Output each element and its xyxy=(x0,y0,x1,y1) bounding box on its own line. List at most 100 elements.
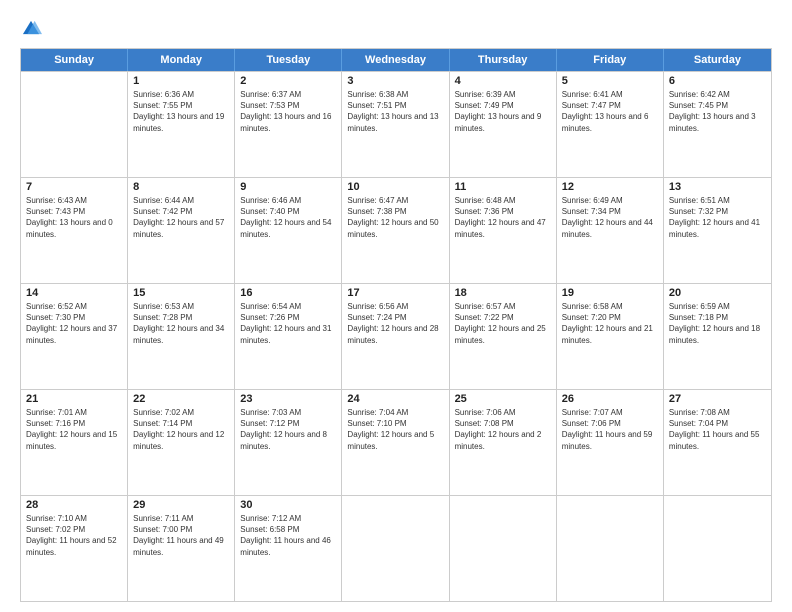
day-number: 22 xyxy=(133,393,229,405)
day-number: 18 xyxy=(455,287,551,299)
calendar-cell: 20 Sunrise: 6:59 AMSunset: 7:18 PMDayligh… xyxy=(664,284,771,389)
day-number: 8 xyxy=(133,181,229,193)
logo-icon xyxy=(20,18,42,40)
day-info: Sunrise: 7:02 AMSunset: 7:14 PMDaylight:… xyxy=(133,407,229,452)
day-number: 17 xyxy=(347,287,443,299)
day-info: Sunrise: 6:56 AMSunset: 7:24 PMDaylight:… xyxy=(347,301,443,346)
day-info: Sunrise: 6:54 AMSunset: 7:26 PMDaylight:… xyxy=(240,301,336,346)
day-info: Sunrise: 7:01 AMSunset: 7:16 PMDaylight:… xyxy=(26,407,122,452)
calendar-cell: 27Sunrise: 7:08 AMSunset: 7:04 PMDayligh… xyxy=(664,390,771,495)
day-number: 12 xyxy=(562,181,658,193)
calendar-body: 1 Sunrise: 6:36 AMSunset: 7:55 PMDaylight… xyxy=(21,71,771,601)
day-info: Sunrise: 6:38 AMSunset: 7:51 PMDaylight:… xyxy=(347,89,443,134)
day-info: Sunrise: 7:12 AMSunset: 6:58 PMDaylight:… xyxy=(240,513,336,558)
calendar-cell: 24 Sunrise: 7:04 AMSunset: 7:10 PMDayligh… xyxy=(342,390,449,495)
calendar-cell: 4Sunrise: 6:39 AMSunset: 7:49 PMDaylight… xyxy=(450,72,557,177)
day-info: Sunrise: 6:52 AMSunset: 7:30 PMDaylight:… xyxy=(26,301,122,346)
day-number: 3 xyxy=(347,75,443,87)
day-info: Sunrise: 6:57 AMSunset: 7:22 PMDaylight:… xyxy=(455,301,551,346)
calendar-row: 28 Sunrise: 7:10 AMSunset: 7:02 PMDayligh… xyxy=(21,495,771,601)
weekday-header: Thursday xyxy=(450,49,557,71)
day-info: Sunrise: 6:58 AMSunset: 7:20 PMDaylight:… xyxy=(562,301,658,346)
day-number: 6 xyxy=(669,75,766,87)
day-number: 20 xyxy=(669,287,766,299)
day-number: 16 xyxy=(240,287,336,299)
day-number: 21 xyxy=(26,393,122,405)
weekday-header: Friday xyxy=(557,49,664,71)
day-info: Sunrise: 6:53 AMSunset: 7:28 PMDaylight:… xyxy=(133,301,229,346)
calendar-row: 7 Sunrise: 6:43 AMSunset: 7:43 PMDaylight… xyxy=(21,177,771,283)
day-info: Sunrise: 6:43 AMSunset: 7:43 PMDaylight:… xyxy=(26,195,122,240)
day-number: 24 xyxy=(347,393,443,405)
day-info: Sunrise: 6:49 AMSunset: 7:34 PMDaylight:… xyxy=(562,195,658,240)
calendar-row: 21 Sunrise: 7:01 AMSunset: 7:16 PMDayligh… xyxy=(21,389,771,495)
calendar-header: SundayMondayTuesdayWednesdayThursdayFrid… xyxy=(21,49,771,71)
weekday-header: Monday xyxy=(128,49,235,71)
weekday-header: Sunday xyxy=(21,49,128,71)
day-info: Sunrise: 7:06 AMSunset: 7:08 PMDaylight:… xyxy=(455,407,551,452)
day-number: 26 xyxy=(562,393,658,405)
calendar-cell xyxy=(664,496,771,601)
day-info: Sunrise: 7:11 AMSunset: 7:00 PMDaylight:… xyxy=(133,513,229,558)
calendar-row: 1 Sunrise: 6:36 AMSunset: 7:55 PMDaylight… xyxy=(21,71,771,177)
calendar-cell: 25 Sunrise: 7:06 AMSunset: 7:08 PMDayligh… xyxy=(450,390,557,495)
day-number: 23 xyxy=(240,393,336,405)
calendar-cell: 28 Sunrise: 7:10 AMSunset: 7:02 PMDayligh… xyxy=(21,496,128,601)
calendar-cell: 29 Sunrise: 7:11 AMSunset: 7:00 PMDayligh… xyxy=(128,496,235,601)
calendar-cell: 22 Sunrise: 7:02 AMSunset: 7:14 PMDayligh… xyxy=(128,390,235,495)
calendar-cell: 8Sunrise: 6:44 AMSunset: 7:42 PMDaylight… xyxy=(128,178,235,283)
calendar-cell xyxy=(557,496,664,601)
calendar-cell: 13 Sunrise: 6:51 AMSunset: 7:32 PMDayligh… xyxy=(664,178,771,283)
day-number: 28 xyxy=(26,499,122,511)
calendar-cell: 1 Sunrise: 6:36 AMSunset: 7:55 PMDaylight… xyxy=(128,72,235,177)
day-number: 7 xyxy=(26,181,122,193)
calendar-cell: 23 Sunrise: 7:03 AMSunset: 7:12 PMDayligh… xyxy=(235,390,342,495)
day-info: Sunrise: 6:46 AMSunset: 7:40 PMDaylight:… xyxy=(240,195,336,240)
page: SundayMondayTuesdayWednesdayThursdayFrid… xyxy=(0,0,792,612)
day-info: Sunrise: 6:37 AMSunset: 7:53 PMDaylight:… xyxy=(240,89,336,134)
day-number: 25 xyxy=(455,393,551,405)
day-number: 1 xyxy=(133,75,229,87)
calendar-cell: 9 Sunrise: 6:46 AMSunset: 7:40 PMDaylight… xyxy=(235,178,342,283)
day-number: 2 xyxy=(240,75,336,87)
day-number: 11 xyxy=(455,181,551,193)
calendar-cell xyxy=(342,496,449,601)
day-info: Sunrise: 6:48 AMSunset: 7:36 PMDaylight:… xyxy=(455,195,551,240)
day-info: Sunrise: 7:10 AMSunset: 7:02 PMDaylight:… xyxy=(26,513,122,558)
day-info: Sunrise: 6:36 AMSunset: 7:55 PMDaylight:… xyxy=(133,89,229,134)
day-number: 27 xyxy=(669,393,766,405)
day-number: 29 xyxy=(133,499,229,511)
day-number: 9 xyxy=(240,181,336,193)
weekday-header: Wednesday xyxy=(342,49,449,71)
logo xyxy=(20,18,46,40)
calendar-cell: 21 Sunrise: 7:01 AMSunset: 7:16 PMDayligh… xyxy=(21,390,128,495)
day-number: 15 xyxy=(133,287,229,299)
day-number: 4 xyxy=(455,75,551,87)
calendar-cell xyxy=(21,72,128,177)
calendar-cell: 15 Sunrise: 6:53 AMSunset: 7:28 PMDayligh… xyxy=(128,284,235,389)
calendar-cell: 14 Sunrise: 6:52 AMSunset: 7:30 PMDayligh… xyxy=(21,284,128,389)
calendar-cell: 3 Sunrise: 6:38 AMSunset: 7:51 PMDaylight… xyxy=(342,72,449,177)
calendar: SundayMondayTuesdayWednesdayThursdayFrid… xyxy=(20,48,772,602)
day-info: Sunrise: 6:42 AMSunset: 7:45 PMDaylight:… xyxy=(669,89,766,134)
day-info: Sunrise: 6:47 AMSunset: 7:38 PMDaylight:… xyxy=(347,195,443,240)
calendar-cell xyxy=(450,496,557,601)
calendar-cell: 11 Sunrise: 6:48 AMSunset: 7:36 PMDayligh… xyxy=(450,178,557,283)
day-info: Sunrise: 6:51 AMSunset: 7:32 PMDaylight:… xyxy=(669,195,766,240)
day-number: 14 xyxy=(26,287,122,299)
calendar-cell: 10 Sunrise: 6:47 AMSunset: 7:38 PMDayligh… xyxy=(342,178,449,283)
calendar-cell: 5Sunrise: 6:41 AMSunset: 7:47 PMDaylight… xyxy=(557,72,664,177)
day-info: Sunrise: 6:59 AMSunset: 7:18 PMDaylight:… xyxy=(669,301,766,346)
calendar-cell: 26Sunrise: 7:07 AMSunset: 7:06 PMDayligh… xyxy=(557,390,664,495)
day-number: 10 xyxy=(347,181,443,193)
day-info: Sunrise: 6:41 AMSunset: 7:47 PMDaylight:… xyxy=(562,89,658,134)
day-number: 30 xyxy=(240,499,336,511)
calendar-row: 14 Sunrise: 6:52 AMSunset: 7:30 PMDayligh… xyxy=(21,283,771,389)
calendar-cell: 30 Sunrise: 7:12 AMSunset: 6:58 PMDayligh… xyxy=(235,496,342,601)
day-info: Sunrise: 7:04 AMSunset: 7:10 PMDaylight:… xyxy=(347,407,443,452)
calendar-cell: 18 Sunrise: 6:57 AMSunset: 7:22 PMDayligh… xyxy=(450,284,557,389)
day-number: 13 xyxy=(669,181,766,193)
calendar-cell: 6 Sunrise: 6:42 AMSunset: 7:45 PMDaylight… xyxy=(664,72,771,177)
day-info: Sunrise: 7:03 AMSunset: 7:12 PMDaylight:… xyxy=(240,407,336,452)
header xyxy=(20,18,772,40)
